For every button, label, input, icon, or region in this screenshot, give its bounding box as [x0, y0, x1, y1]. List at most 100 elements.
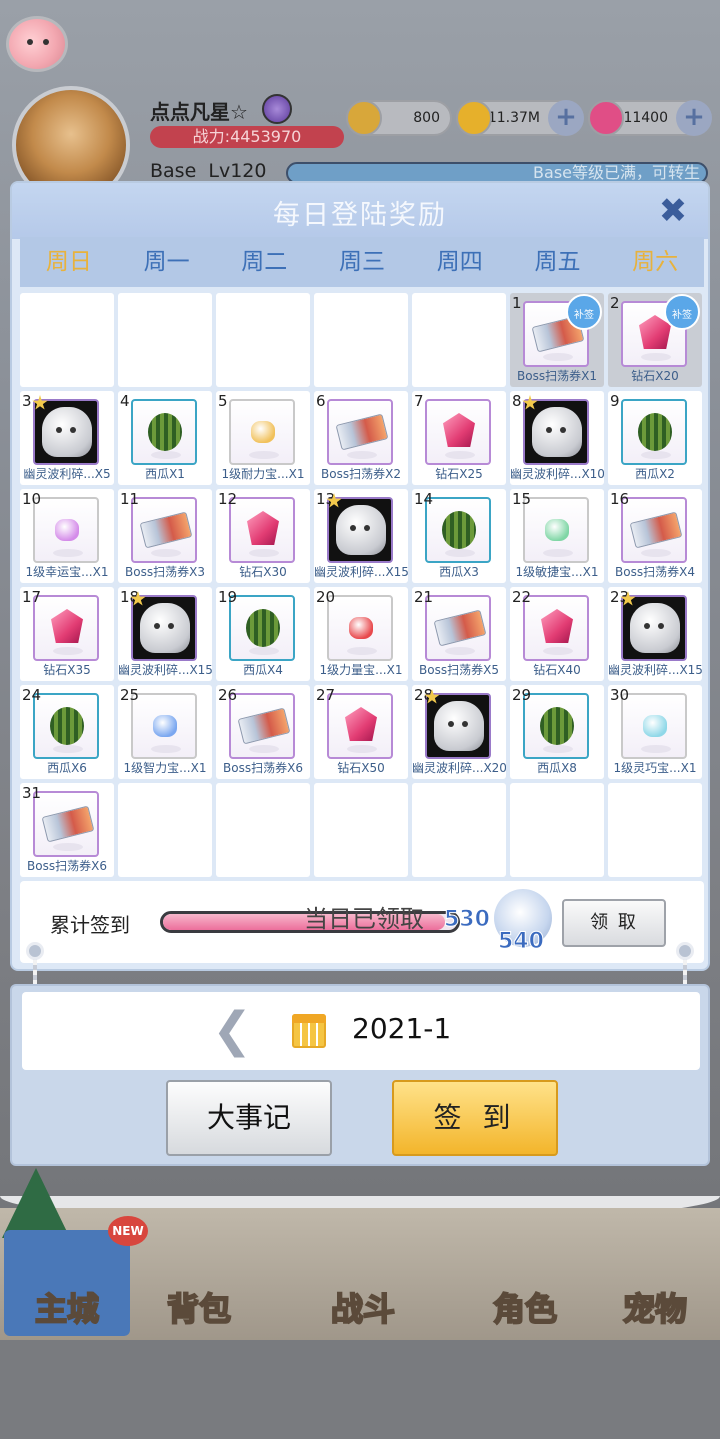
reward-cell[interactable]: 12 钻石X30 — [216, 489, 310, 583]
add-diamond-button[interactable]: + — [676, 100, 712, 136]
empty-cell — [412, 293, 506, 387]
reward-cell[interactable]: 30 1级灵巧宝...X1 — [608, 685, 702, 779]
add-gold-button[interactable]: + — [548, 100, 584, 136]
reward-cell[interactable]: 13 幽灵波利碎...X15 — [314, 489, 408, 583]
makeup-sign-badge[interactable]: 补签 — [566, 294, 602, 330]
zeny-resource: 800 — [346, 100, 452, 136]
pet-icon[interactable] — [6, 16, 68, 72]
diamond-value: 11400 — [623, 110, 668, 126]
nav-battle[interactable]: 战斗 — [268, 1230, 458, 1336]
reward-label: 1级力量宝...X1 — [319, 663, 403, 677]
reward-cell[interactable]: 14 西瓜X3 — [412, 489, 506, 583]
day-number: 1 — [512, 294, 522, 312]
zeny-coin-icon — [346, 100, 382, 136]
reward-cell[interactable]: 4 西瓜X1 — [118, 391, 212, 485]
reward-cell[interactable]: 27 钻石X50 — [314, 685, 408, 779]
reward-cell[interactable]: 26 Boss扫荡券X6 — [216, 685, 310, 779]
item-frame — [523, 497, 589, 563]
item-shadow — [249, 745, 279, 753]
nav-label: 背包 — [166, 1289, 232, 1329]
reward-cell[interactable]: 10 1级幸运宝...X1 — [20, 489, 114, 583]
day-number: 12 — [218, 490, 238, 508]
empty-cell — [314, 293, 408, 387]
reward-label: 钻石X50 — [337, 761, 385, 775]
item-shadow — [347, 745, 377, 753]
gold-resource: 11.37M + — [456, 100, 584, 136]
reward-cell[interactable]: 18 幽灵波利碎...X15 — [118, 587, 212, 681]
item-shadow — [53, 549, 83, 557]
reward-cell[interactable]: 7 钻石X25 — [412, 391, 506, 485]
month-selector: ❮ 2021-1 — [22, 992, 700, 1070]
nav-main-city[interactable]: 主城 — [4, 1230, 130, 1336]
reward-cell[interactable]: 5 1级耐力宝...X1 — [216, 391, 310, 485]
reward-cell[interactable]: 2 钻石X20 补签 — [608, 293, 702, 387]
reward-cell[interactable]: 19 西瓜X4 — [216, 587, 310, 681]
nav-backpack[interactable]: 背包 — [136, 1230, 262, 1336]
boss-ticket-icon — [335, 413, 389, 451]
close-icon[interactable]: ✖ — [656, 194, 690, 229]
reward-cell[interactable]: 31 Boss扫荡券X6 — [20, 783, 114, 877]
reward-cell[interactable]: 23 幽灵波利碎...X15 — [608, 587, 702, 681]
boss-ticket-icon — [139, 511, 193, 549]
reward-cell[interactable]: 20 1级力量宝...X1 — [314, 587, 408, 681]
watermelon-icon — [148, 413, 182, 451]
item-frame — [327, 595, 393, 661]
sign-in-button[interactable]: 签 到 — [392, 1080, 558, 1156]
claim-button[interactable]: 领 取 — [562, 899, 666, 947]
reward-cell[interactable]: 9 西瓜X2 — [608, 391, 702, 485]
item-shadow — [543, 647, 573, 655]
reward-cell[interactable]: 16 Boss扫荡券X4 — [608, 489, 702, 583]
day-number: 5 — [218, 392, 228, 410]
reward-label: 幽灵波利碎...X15 — [314, 565, 408, 579]
event-log-button[interactable]: 大事记 — [166, 1080, 332, 1156]
reward-cell[interactable]: 28 幽灵波利碎...X20 — [412, 685, 506, 779]
watermelon-icon — [50, 707, 84, 745]
reward-cell[interactable]: 24 西瓜X6 — [20, 685, 114, 779]
reward-label: 1级灵巧宝...X1 — [613, 761, 697, 775]
reward-cell[interactable]: 11 Boss扫荡券X3 — [118, 489, 212, 583]
makeup-sign-badge[interactable]: 补签 — [664, 294, 700, 330]
reward-cell[interactable]: 8 幽灵波利碎...X10 — [510, 391, 604, 485]
reward-label: Boss扫荡券X6 — [27, 859, 107, 873]
gem-stone-icon — [153, 715, 177, 737]
empty-cell — [608, 783, 702, 877]
day-number: 26 — [218, 686, 238, 704]
chevron-left-icon[interactable]: ❮ — [212, 1000, 252, 1060]
item-shadow — [151, 745, 181, 753]
item-shadow — [347, 451, 377, 459]
nav-pet[interactable]: 宠物 — [592, 1230, 718, 1336]
calendar-icon — [292, 1014, 326, 1048]
item-frame — [425, 595, 491, 661]
weekday-fri: 周五 — [534, 249, 581, 275]
item-frame — [33, 595, 99, 661]
item-shadow — [445, 549, 475, 557]
day-number: 17 — [22, 588, 42, 606]
reward-cell[interactable]: 15 1级敏捷宝...X1 — [510, 489, 604, 583]
reward-cell[interactable]: 22 钻石X40 — [510, 587, 604, 681]
power-value: 战力:4453970 — [150, 126, 344, 148]
reward-cell[interactable]: 3 幽灵波利碎...X5 — [20, 391, 114, 485]
weekday-tue: 周二 — [241, 249, 288, 275]
reward-cell[interactable]: 29 西瓜X8 — [510, 685, 604, 779]
reward-cell[interactable]: 1 Boss扫荡券X1 补签 — [510, 293, 604, 387]
item-frame — [621, 497, 687, 563]
reward-cell[interactable]: 17 钻石X35 — [20, 587, 114, 681]
reward-cell[interactable]: 6 Boss扫荡券X2 — [314, 391, 408, 485]
bottom-bar — [0, 1340, 720, 1439]
reward-cell[interactable]: 25 1级智力宝...X1 — [118, 685, 212, 779]
reward-cell[interactable]: 21 Boss扫荡券X5 — [412, 587, 506, 681]
day-number: 19 — [218, 588, 238, 606]
base-level: Base Lv120 — [150, 160, 267, 182]
boss-ticket-icon — [433, 609, 487, 647]
day-number: 27 — [316, 686, 336, 704]
empty-cell — [118, 783, 212, 877]
reward-label: Boss扫荡券X4 — [615, 565, 695, 579]
item-shadow — [543, 745, 573, 753]
nav-label: 角色 — [492, 1289, 558, 1329]
weekday-header: 周日 周一 周二 周三 周四 周五 周六 — [20, 237, 704, 287]
weekday-thu: 周四 — [436, 249, 483, 275]
item-frame — [131, 595, 197, 661]
nav-character[interactable]: 角色 — [462, 1230, 588, 1336]
day-number: 14 — [414, 490, 434, 508]
day-number: 21 — [414, 588, 434, 606]
